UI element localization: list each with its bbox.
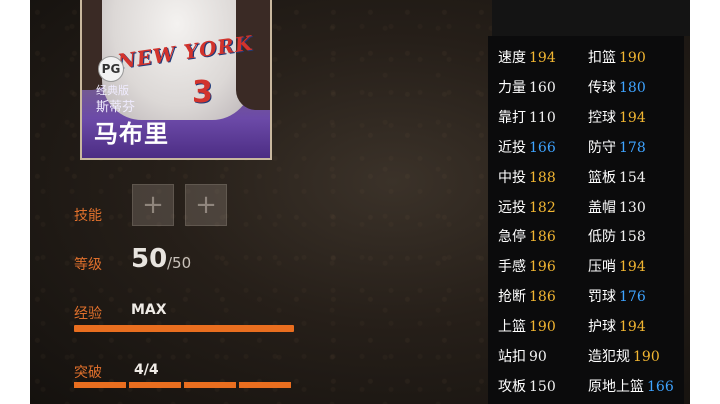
stat-row: 控球 194 (588, 107, 646, 127)
stat-value: 188 (529, 169, 556, 186)
break-segment-3 (184, 382, 236, 388)
game-screen: NEW YORK 3 PG 经典版 斯蒂芬 马布里 技能 + + 等级 50 /… (30, 0, 690, 404)
stat-name: 原地上篮 (588, 378, 644, 395)
stat-value: 154 (619, 169, 646, 186)
stat-row: 护球 194 (588, 316, 646, 336)
stat-row: 中投 188 (498, 167, 556, 187)
stat-value: 190 (619, 50, 646, 66)
break-segment-1 (74, 382, 126, 388)
stat-row: 远投 182 (498, 197, 556, 217)
stat-value: 130 (619, 199, 646, 216)
stat-row: 低防 158 (588, 226, 646, 246)
stat-name: 上篮 (498, 319, 526, 336)
stat-value: 90 (529, 349, 547, 365)
stat-name: 远投 (498, 199, 526, 216)
stat-row: 压哨 194 (588, 256, 646, 276)
stat-value: 166 (529, 139, 556, 156)
stat-row: 站扣 90 (498, 346, 547, 366)
stat-name: 站扣 (498, 349, 526, 365)
stat-value: 186 (529, 229, 556, 246)
stat-value: 182 (529, 199, 556, 216)
exp-progress-bar (74, 325, 294, 332)
break-label: 突破 (74, 365, 102, 381)
stat-row: 篮板 154 (588, 167, 646, 187)
stat-value: 194 (619, 319, 646, 336)
stat-value: 166 (647, 378, 674, 395)
stat-name: 攻板 (498, 378, 526, 395)
stat-row: 罚球 176 (588, 286, 646, 306)
stat-name: 扣篮 (588, 50, 616, 66)
stat-row: 攻板 150 (498, 376, 556, 396)
stat-name: 急停 (498, 229, 526, 246)
stat-value: 190 (633, 349, 660, 365)
stat-row: 防守 178 (588, 137, 646, 157)
stat-value: 160 (529, 79, 556, 96)
stat-row: 力量 160 (498, 77, 556, 97)
position-badge: PG (98, 56, 124, 82)
stat-name: 造犯规 (588, 349, 630, 365)
stat-value: 150 (529, 378, 556, 395)
stat-value: 196 (529, 259, 556, 276)
plus-icon: + (195, 190, 217, 220)
stat-value: 194 (619, 109, 646, 126)
stat-row: 上篮 190 (498, 316, 556, 336)
stat-row: 扣篮 190 (588, 47, 646, 67)
skill-slot-1[interactable]: + (132, 184, 174, 226)
stat-name: 篮板 (588, 169, 616, 186)
stat-row: 原地上篮 166 (588, 376, 674, 396)
stat-name: 速度 (498, 50, 526, 66)
stat-row: 盖帽 130 (588, 197, 646, 217)
stat-name: 压哨 (588, 259, 616, 276)
stat-row: 速度 194 (498, 47, 556, 67)
stat-name: 近投 (498, 139, 526, 156)
stat-name: 力量 (498, 79, 526, 96)
plus-icon: + (142, 190, 164, 220)
player-last-name: 马布里 (94, 120, 169, 148)
stat-name: 中投 (498, 169, 526, 186)
stat-name: 盖帽 (588, 199, 616, 216)
stat-name: 靠打 (498, 109, 526, 126)
stat-value: 186 (529, 289, 556, 306)
stat-value: 194 (529, 50, 556, 66)
break-segment-4 (239, 382, 291, 388)
stat-name: 手感 (498, 259, 526, 276)
stat-name: 传球 (588, 79, 616, 96)
level-value: 50 (131, 244, 168, 274)
level-label: 等级 (74, 257, 102, 273)
exp-label: 经验 (74, 306, 102, 322)
level-max: /50 (167, 254, 192, 272)
stat-value: 190 (529, 319, 556, 336)
stat-value: 176 (619, 289, 646, 306)
player-card[interactable]: NEW YORK 3 PG 经典版 斯蒂芬 马布里 (80, 0, 272, 160)
stat-name: 防守 (588, 139, 616, 156)
skills-label: 技能 (74, 208, 102, 224)
stat-name: 护球 (588, 319, 616, 336)
stat-value: 180 (619, 79, 646, 96)
stat-row: 造犯规 190 (588, 346, 660, 366)
stat-value: 178 (619, 139, 646, 156)
break-segment-2 (129, 382, 181, 388)
stat-value: 194 (619, 259, 646, 276)
stat-name: 抢断 (498, 289, 526, 306)
skill-slot-2[interactable]: + (185, 184, 227, 226)
stat-row: 近投 166 (498, 137, 556, 157)
stat-row: 抢断 186 (498, 286, 556, 306)
stat-value: 110 (529, 109, 556, 126)
stats-panel-header (492, 0, 690, 36)
stat-name: 控球 (588, 109, 616, 126)
stat-row: 急停 186 (498, 226, 556, 246)
stat-name: 罚球 (588, 289, 616, 306)
stat-row: 手感 196 (498, 256, 556, 276)
stat-row: 传球 180 (588, 77, 646, 97)
jersey-number: 3 (192, 75, 213, 110)
exp-value: MAX (131, 302, 167, 318)
stat-value: 158 (619, 229, 646, 246)
stat-name: 低防 (588, 229, 616, 246)
break-value: 4/4 (134, 362, 159, 378)
stat-row: 靠打 110 (498, 107, 556, 127)
player-first-name: 斯蒂芬 (96, 100, 136, 115)
